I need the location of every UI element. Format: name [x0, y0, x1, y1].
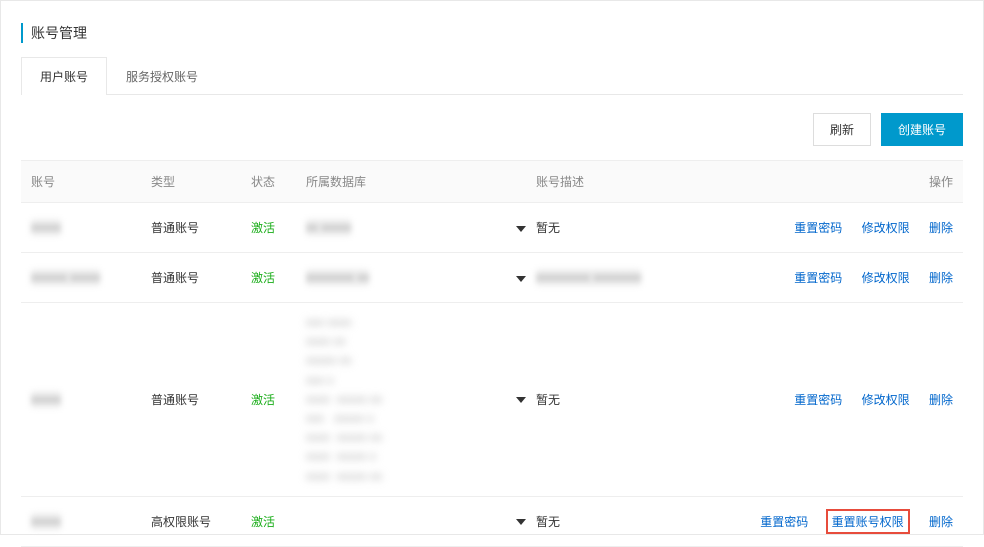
account-name-redacted: xxxxx — [31, 513, 61, 530]
caret-down-icon[interactable] — [516, 226, 526, 232]
account-status: 激活 — [251, 269, 306, 286]
delete-link[interactable]: 删除 — [929, 393, 953, 407]
desc-redacted: xxxxxxxxx xxxxxxxx — [536, 269, 641, 286]
account-name-redacted: xxxxx — [31, 219, 61, 236]
table-row: xxxxxx xxxxx 普通账号 激活 xxxxxxxx xx xxxxxxx… — [21, 253, 963, 303]
reset-password-link[interactable]: 重置密码 — [794, 393, 842, 407]
page-title: 账号管理 — [21, 23, 963, 43]
refresh-button[interactable]: 刷新 — [813, 113, 871, 146]
delete-link[interactable]: 删除 — [929, 515, 953, 529]
account-status: 激活 — [251, 513, 306, 530]
account-name-redacted: xxxxxx xxxxx — [31, 269, 100, 286]
table-row: xxxxx 普通账号 激活 xx xxxxx 暂无 重置密码 修改权限 删除 — [21, 203, 963, 253]
col-account-header: 账号 — [21, 173, 151, 190]
account-name-redacted: xxxxx — [31, 391, 61, 408]
caret-down-icon[interactable] — [516, 519, 526, 525]
reset-password-link[interactable]: 重置密码 — [760, 515, 808, 529]
col-status-header: 状态 — [251, 173, 306, 190]
col-desc-header: 账号描述 — [536, 173, 686, 190]
delete-link[interactable]: 删除 — [929, 271, 953, 285]
table-header: 账号 类型 状态 所属数据库 账号描述 操作 — [21, 161, 963, 203]
db-redacted: xxx xxxxxxxx xxxxxxx xxxxx xxxxx xxxxx x… — [306, 313, 382, 486]
reset-password-link[interactable]: 重置密码 — [794, 271, 842, 285]
account-type: 普通账号 — [151, 219, 251, 236]
tabs: 用户账号 服务授权账号 — [21, 57, 963, 95]
delete-link[interactable]: 删除 — [929, 221, 953, 235]
account-status: 激活 — [251, 391, 306, 408]
tab-service-accounts[interactable]: 服务授权账号 — [107, 57, 217, 95]
col-type-header: 类型 — [151, 173, 251, 190]
account-type: 高权限账号 — [151, 513, 251, 530]
account-type: 普通账号 — [151, 391, 251, 408]
create-account-button[interactable]: 创建账号 — [881, 113, 963, 146]
account-table: 账号 类型 状态 所属数据库 账号描述 操作 xxxxx 普通账号 激活 xx … — [21, 160, 963, 547]
account-desc: 暂无 — [536, 391, 686, 408]
col-actions-header: 操作 — [686, 173, 963, 190]
account-status: 激活 — [251, 219, 306, 236]
db-redacted: xxxxxxxx xx — [306, 269, 369, 286]
account-desc: 暂无 — [536, 513, 686, 530]
account-desc: 暂无 — [536, 219, 686, 236]
account-type: 普通账号 — [151, 269, 251, 286]
caret-down-icon[interactable] — [516, 397, 526, 403]
modify-permission-link[interactable]: 修改权限 — [862, 393, 910, 407]
modify-permission-link[interactable]: 修改权限 — [862, 271, 910, 285]
tab-user-accounts[interactable]: 用户账号 — [21, 57, 107, 95]
table-row: xxxxx 普通账号 激活 xxx xxxxxxxx xxxxxxx xxxxx… — [21, 303, 963, 497]
modify-permission-link[interactable]: 修改权限 — [862, 221, 910, 235]
caret-down-icon[interactable] — [516, 276, 526, 282]
toolbar: 刷新 创建账号 — [1, 95, 983, 160]
reset-account-permission-link[interactable]: 重置账号权限 — [826, 509, 910, 534]
reset-password-link[interactable]: 重置密码 — [794, 221, 842, 235]
db-redacted: xx xxxxx — [306, 219, 351, 236]
col-db-header: 所属数据库 — [306, 173, 506, 190]
table-row: xxxxx 高权限账号 激活 暂无 重置密码 重置账号权限 删除 — [21, 497, 963, 547]
